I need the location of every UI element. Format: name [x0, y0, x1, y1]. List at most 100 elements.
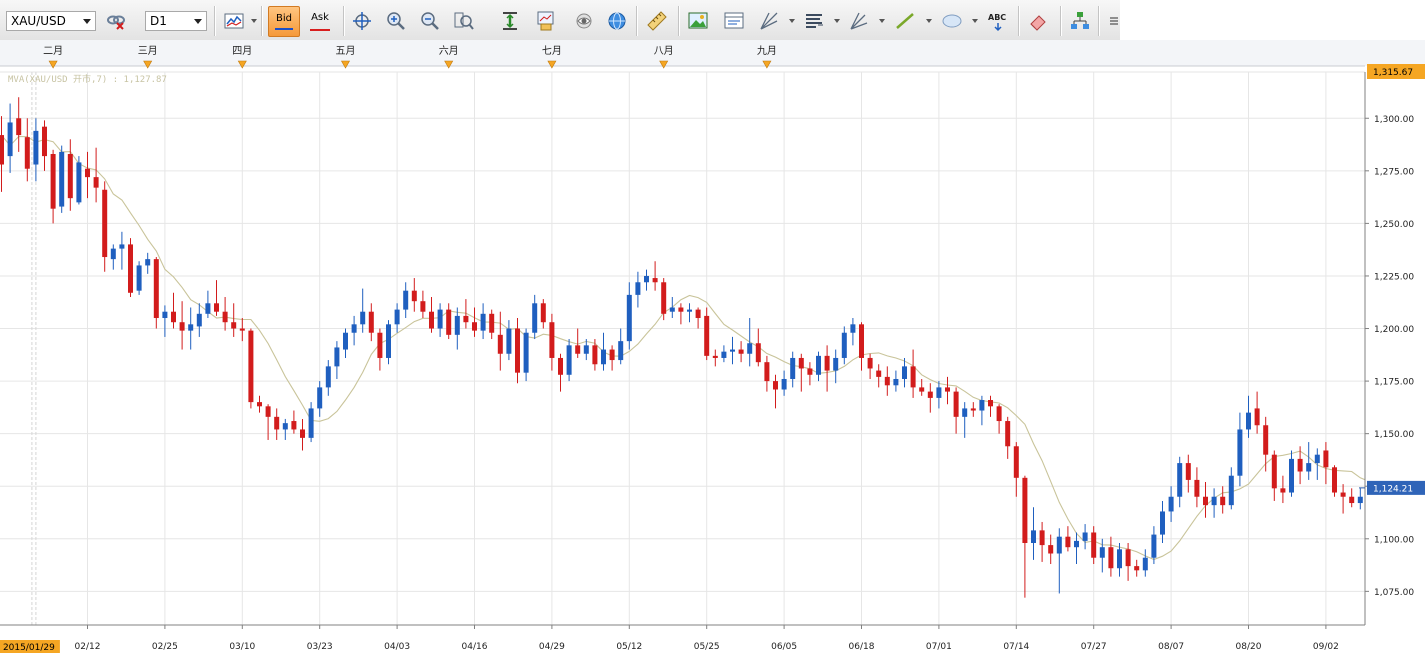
candle-body [979, 400, 985, 411]
candle-body [377, 332, 383, 358]
candle-body [360, 311, 366, 325]
zoom-in-icon[interactable] [384, 9, 408, 33]
candle-body [1091, 532, 1097, 558]
candle-body [59, 151, 65, 207]
bid-button[interactable]: Bid [268, 6, 300, 37]
candle-body [7, 122, 13, 157]
candle-body [824, 355, 830, 371]
candle-body [1203, 496, 1208, 506]
candle-body [1323, 450, 1329, 468]
zoom-fit-icon[interactable] [452, 9, 476, 33]
candle-body [575, 345, 581, 354]
candle-body [764, 362, 770, 382]
candle-body [1237, 429, 1243, 476]
candle-body [463, 315, 469, 323]
export-chart-icon[interactable] [534, 9, 558, 33]
chart-toolbar: XAU/USD D1 Bid Ask ABC [0, 0, 1120, 41]
date-tick-label: 02/12 [75, 642, 101, 652]
candle-body [738, 349, 744, 354]
ask-button[interactable]: Ask [304, 6, 336, 37]
chevron-down-icon [83, 19, 91, 24]
globe-icon[interactable] [605, 9, 629, 33]
candle-body [188, 324, 194, 331]
candle-body [145, 259, 151, 266]
date-tick-label: 06/05 [771, 642, 797, 652]
text-icon[interactable]: ABC [986, 9, 1010, 33]
period-separator-icon[interactable] [498, 9, 522, 33]
zoom-out-icon[interactable] [418, 9, 442, 33]
candle-body [265, 406, 271, 417]
date-tick-label: 07/01 [926, 642, 952, 652]
candlestick-chart[interactable]: 二月三月四月五月六月七月八月九月 1,075.001,100.001,125.0… [0, 40, 1425, 654]
candle-body [945, 387, 950, 392]
candle-body [1160, 511, 1165, 535]
candle-body [119, 244, 125, 249]
chevron-down-icon[interactable] [926, 19, 932, 23]
current-price-label: 1,124.21 [1373, 484, 1413, 494]
candle-body [1263, 425, 1269, 455]
date-tick-label: 08/07 [1158, 642, 1184, 652]
candle-body [33, 130, 39, 165]
chevron-down-icon[interactable] [834, 19, 840, 23]
eye-icon[interactable] [572, 9, 596, 33]
candle-body [902, 366, 907, 379]
symbol-value: XAU/USD [11, 14, 66, 28]
chart-type-icon[interactable] [222, 9, 246, 33]
candle-body [214, 303, 219, 312]
crosshair-icon[interactable] [350, 9, 374, 33]
candle-body [523, 332, 529, 373]
indicator-list-icon[interactable] [802, 9, 826, 33]
hierarchy-icon[interactable] [1068, 9, 1092, 33]
pitchfork-icon[interactable] [847, 9, 871, 33]
ruler-icon[interactable] [645, 9, 669, 33]
candle-body [609, 349, 615, 361]
candle-body [420, 301, 426, 312]
price-tick-label: 1,200.00 [1374, 325, 1414, 335]
candle-body [446, 309, 452, 335]
timeframe-select[interactable]: D1 [145, 11, 207, 31]
candle-body [626, 294, 632, 342]
candle-body [644, 275, 649, 283]
date-tick-label: 08/20 [1236, 642, 1262, 652]
candle-body [489, 313, 495, 333]
chevron-down-icon[interactable] [789, 19, 795, 23]
trendline-icon[interactable] [893, 9, 917, 33]
candle-body [300, 429, 305, 438]
candle-body [1228, 475, 1234, 506]
candle-body [1314, 454, 1320, 464]
month-axis: 二月 三月 四月 五月 六月 七月 八月 九月 [0, 40, 1425, 69]
candle-body [592, 345, 598, 365]
candle-body [325, 366, 331, 388]
timeframe-value: D1 [150, 14, 167, 28]
candle-body [171, 311, 176, 323]
date-tick-label: 04/16 [462, 642, 488, 652]
eraser-icon[interactable] [1026, 9, 1050, 33]
link-icon[interactable] [104, 9, 128, 33]
candle-body [962, 408, 968, 417]
indicator-label: MVA(XAU/USD 开市,7) : 1,127.87 [8, 73, 167, 85]
candle-body [343, 332, 348, 350]
chevron-down-icon[interactable] [879, 19, 885, 23]
candle-body [1246, 412, 1251, 430]
candle-body [712, 355, 718, 358]
chevron-down-icon[interactable] [972, 19, 978, 23]
candle-body [231, 322, 237, 329]
candle-body [1039, 530, 1045, 546]
candle-body [93, 177, 99, 188]
candle-body [1271, 454, 1277, 489]
symbol-select[interactable]: XAU/USD [6, 11, 96, 31]
candle-body [0, 135, 4, 165]
image-icon[interactable] [686, 9, 710, 33]
template-icon[interactable] [722, 9, 746, 33]
price-tick-label: 1,225.00 [1374, 272, 1414, 282]
ellipse-icon[interactable] [940, 9, 964, 33]
chevron-down-icon[interactable] [251, 19, 257, 23]
price-tick-label: 1,275.00 [1374, 167, 1414, 177]
settings-icon[interactable] [1102, 9, 1118, 33]
candle-body [549, 322, 555, 358]
candle-body [884, 376, 890, 386]
fibonacci-icon[interactable] [757, 9, 781, 33]
candle-body [386, 324, 391, 358]
candle-body [239, 328, 245, 331]
chart-background [0, 40, 1425, 654]
